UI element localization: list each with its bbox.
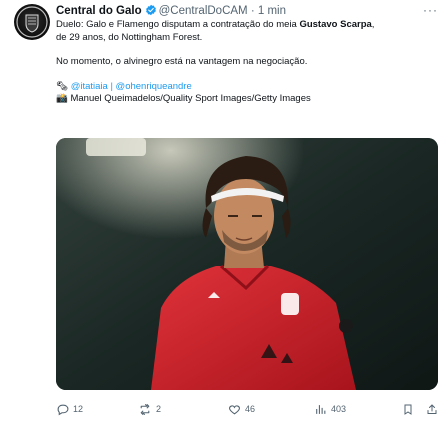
- text-line2: de 29 anos, do Nottingham Forest.: [56, 31, 203, 43]
- player-name: Gustavo Scarpa: [299, 19, 372, 30]
- tweet: Central do Galo @CentralDoCAM · 1 min ···…: [0, 0, 448, 433]
- views-chart-icon: [316, 404, 326, 414]
- text-line3: No momento, o alvinegro está na vantagem…: [56, 56, 308, 67]
- action-bar: 12 2 46 403: [56, 401, 440, 417]
- retweet-icon: [140, 403, 150, 415]
- tweet-media-image[interactable]: [56, 138, 438, 390]
- bookmark-icon: [404, 404, 412, 415]
- reply-icon: [57, 404, 69, 415]
- camera-emoji: 📸: [56, 93, 68, 104]
- views-button[interactable]: 403: [314, 401, 346, 417]
- author-handle[interactable]: @CentralDoCAM: [159, 5, 248, 17]
- text-line1-pre: Duelo: Galo e Flamengo disputam a contra…: [56, 19, 300, 30]
- author-name[interactable]: Central do Galo: [56, 5, 142, 17]
- heart-icon: [229, 404, 240, 414]
- retweet-button[interactable]: 2: [138, 401, 161, 417]
- like-button[interactable]: 46: [228, 401, 255, 417]
- retweet-count: 2: [156, 404, 162, 414]
- view-count: 403: [331, 404, 347, 414]
- like-count: 46: [245, 404, 256, 414]
- timestamp[interactable]: 1 min: [258, 5, 286, 17]
- verified-badge-icon: [145, 4, 157, 20]
- tweet-header: Central do Galo @CentralDoCAM · 1 min: [56, 4, 286, 18]
- bookmark-button[interactable]: [402, 401, 414, 417]
- reply-button[interactable]: 12: [56, 401, 83, 417]
- share-icon: [427, 403, 437, 414]
- separator-dot: ·: [250, 5, 255, 17]
- share-button[interactable]: [426, 401, 438, 417]
- text-line1-post: ,: [371, 19, 375, 30]
- reply-count: 12: [73, 404, 84, 414]
- credit-mentions[interactable]: @itatiaia | @ohenriqueandre: [71, 81, 192, 92]
- club-crest-icon: [16, 6, 48, 38]
- newspaper-emoji: 🗞: [56, 80, 69, 92]
- photo-credit: Manuel Queimadelos/Quality Sport Images/…: [70, 93, 311, 104]
- tweet-text: Duelo: Galo e Flamengo disputam a contra…: [56, 19, 440, 106]
- more-options-icon[interactable]: ···: [423, 3, 438, 17]
- avatar[interactable]: [14, 4, 50, 40]
